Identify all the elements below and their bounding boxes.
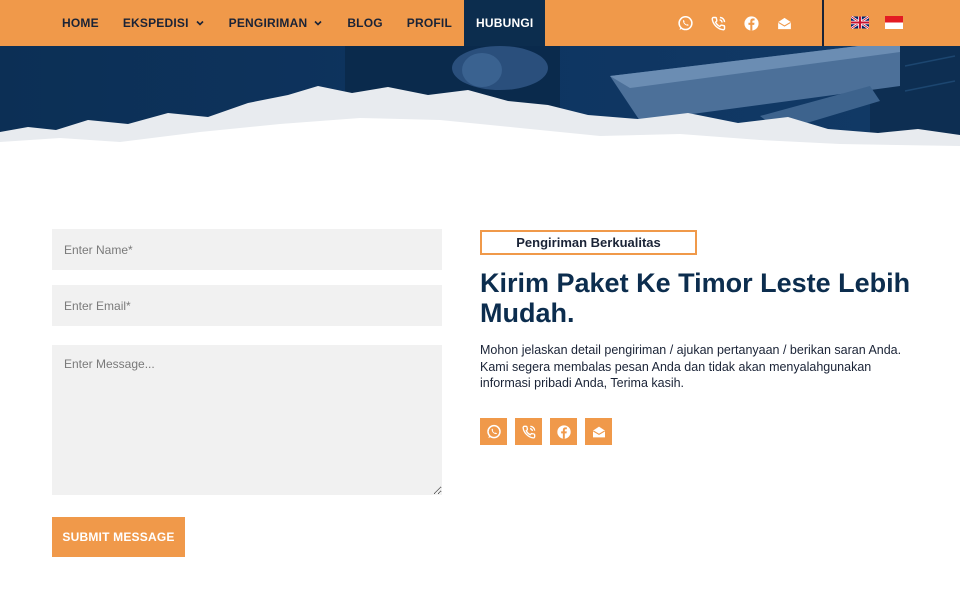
nav-item-label: BLOG	[347, 16, 383, 30]
submit-message-button[interactable]: SUBMIT MESSAGE	[52, 517, 185, 557]
name-field[interactable]	[52, 229, 442, 270]
nav-item-hubungi[interactable]: HUBUNGI	[463, 0, 546, 46]
hero-banner	[0, 46, 960, 156]
nav-contact-icons	[676, 0, 793, 46]
nav-item-profil[interactable]: PROFIL	[395, 0, 464, 46]
email-icon[interactable]	[775, 14, 793, 32]
section-tag: Pengiriman Berkualitas	[480, 230, 697, 255]
hero-illustration	[0, 46, 960, 156]
facebook-icon[interactable]	[742, 14, 760, 32]
indonesia-flag-icon[interactable]	[885, 16, 903, 29]
nav-item-ekspedisi[interactable]: EKSPEDISI	[111, 0, 217, 46]
nav-item-label: EKSPEDISI	[122, 16, 189, 30]
page-description: Mohon jelaskan detail pengiriman / ajuka…	[480, 343, 902, 390]
phone-icon[interactable]	[709, 14, 727, 32]
language-switcher	[851, 16, 903, 29]
top-navbar: HOME EKSPEDISI PENGIRIMAN BLOG PROFIL HU…	[0, 0, 960, 46]
nav-item-pengiriman[interactable]: PENGIRIMAN	[217, 0, 336, 46]
section-tag-label: Pengiriman Berkualitas	[516, 235, 661, 250]
page-title: Kirim Paket Ke Timor Leste Lebih Mudah.	[480, 268, 911, 328]
chevron-down-icon	[195, 18, 205, 28]
main-nav: HOME EKSPEDISI PENGIRIMAN BLOG PROFIL HU…	[50, 0, 546, 46]
whatsapp-icon[interactable]	[480, 418, 507, 445]
chevron-down-icon	[313, 18, 323, 28]
nav-item-blog[interactable]: BLOG	[335, 0, 394, 46]
nav-item-label: HOME	[62, 16, 99, 30]
nav-divider	[822, 0, 824, 46]
email-field[interactable]	[52, 285, 442, 326]
facebook-icon[interactable]	[550, 418, 577, 445]
whatsapp-icon[interactable]	[676, 14, 694, 32]
uk-flag-icon[interactable]	[851, 16, 869, 29]
email-icon[interactable]	[585, 418, 612, 445]
nav-item-home[interactable]: HOME	[50, 0, 111, 46]
nav-item-label: PENGIRIMAN	[228, 16, 308, 30]
phone-icon[interactable]	[515, 418, 542, 445]
message-field[interactable]	[52, 345, 442, 495]
nav-item-label: HUBUNGI	[475, 16, 534, 30]
social-links	[480, 418, 612, 445]
nav-item-label: PROFIL	[406, 16, 452, 30]
